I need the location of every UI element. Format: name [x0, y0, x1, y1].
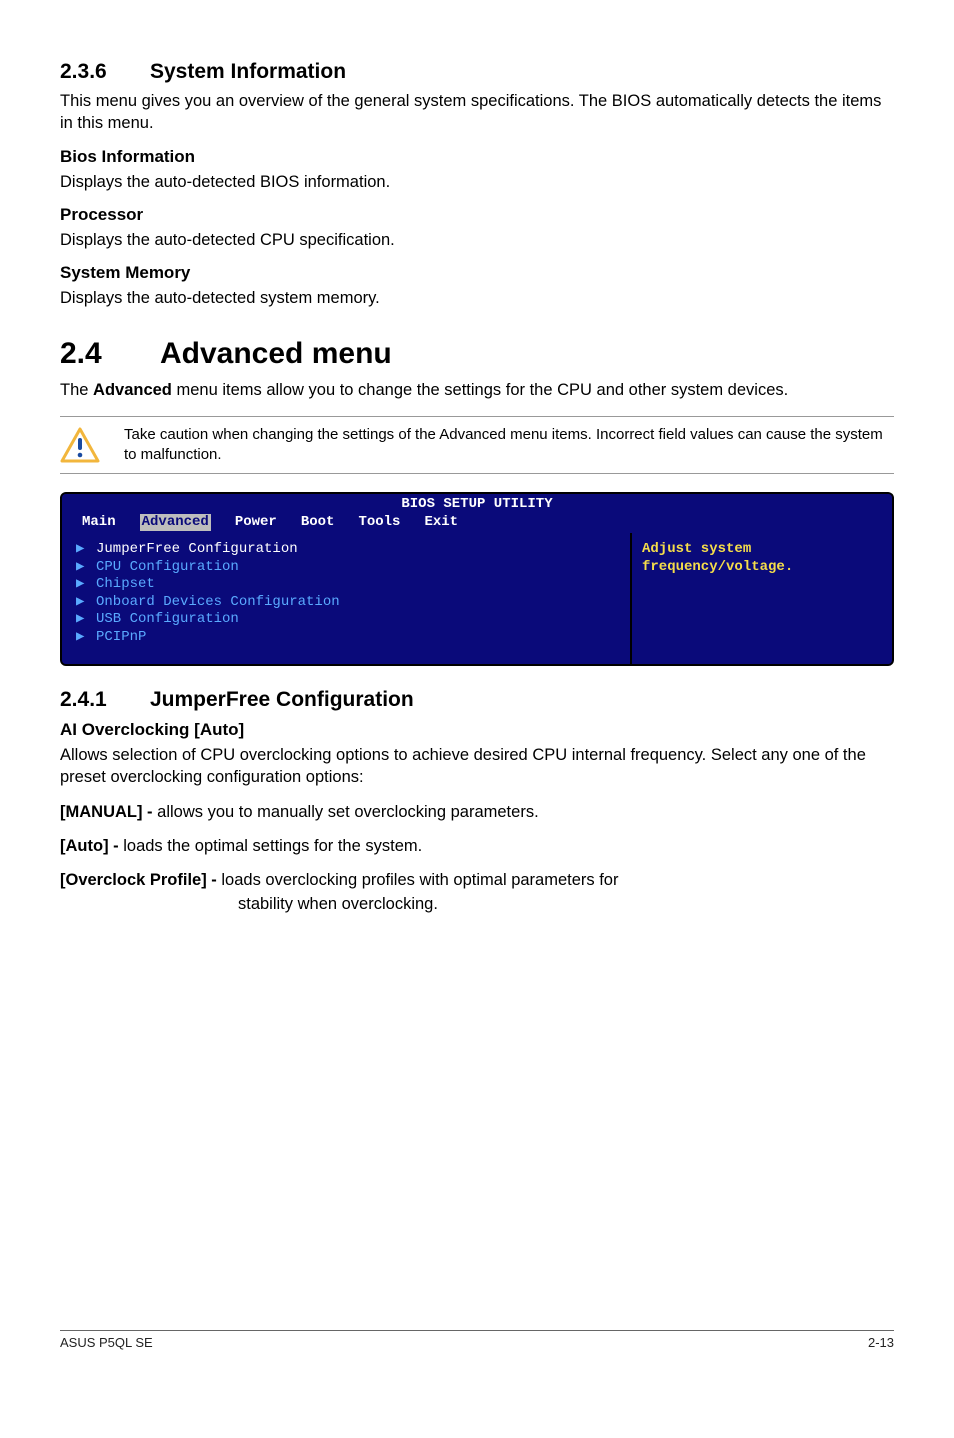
- opt-manual: [MANUAL] - allows you to manually set ov…: [60, 801, 894, 823]
- heading-ai-overclocking: AI Overclocking [Auto]: [60, 720, 894, 740]
- heading-241: 2.4.1JumperFree Configuration: [60, 688, 894, 712]
- heading-processor: Processor: [60, 205, 894, 225]
- footer-model: ASUS P5QL SE: [60, 1335, 153, 1350]
- opt-auto-label: [Auto] -: [60, 837, 123, 855]
- bios-tab-boot: Boot: [301, 514, 335, 532]
- heading-236-num: 2.3.6: [60, 60, 150, 84]
- page-footer: ASUS P5QL SE 2-13: [60, 1330, 894, 1350]
- triangle-right-icon: ▶: [76, 629, 88, 647]
- bios-item-usb: USB Configuration: [96, 611, 239, 629]
- heading-bios-information: Bios Information: [60, 147, 894, 167]
- text-system-memory: Displays the auto-detected system memory…: [60, 287, 894, 309]
- opt-auto-text: loads the optimal settings for the syste…: [123, 837, 422, 855]
- bios-item-chipset: Chipset: [96, 576, 155, 594]
- bios-tab-bar: Main Advanced Power Boot Tools Exit: [62, 514, 892, 534]
- heading-241-num: 2.4.1: [60, 688, 150, 712]
- heading-24-num: 2.4: [60, 337, 160, 371]
- bios-tab-advanced: Advanced: [140, 514, 211, 532]
- text-24-intro: The Advanced menu items allow you to cha…: [60, 379, 894, 401]
- note-caution: Take caution when changing the settings …: [60, 416, 894, 475]
- opt-oc-label: [Overclock Profile] -: [60, 871, 221, 889]
- triangle-right-icon: ▶: [76, 576, 88, 594]
- bios-help-line2: frequency/voltage.: [642, 559, 882, 577]
- triangle-right-icon: ▶: [76, 611, 88, 629]
- bios-item-jumperfree: JumperFree Configuration: [96, 541, 298, 559]
- bios-title: BIOS SETUP UTILITY: [62, 494, 892, 514]
- opt-oc-text1: loads overclocking profiles with optimal…: [221, 871, 618, 889]
- triangle-right-icon: ▶: [76, 559, 88, 577]
- triangle-right-icon: ▶: [76, 594, 88, 612]
- footer-page-number: 2-13: [868, 1335, 894, 1350]
- heading-system-memory: System Memory: [60, 263, 894, 283]
- bios-tab-tools: Tools: [358, 514, 400, 532]
- heading-24: 2.4Advanced menu: [60, 337, 894, 371]
- heading-241-title: JumperFree Configuration: [150, 688, 414, 711]
- text-bios-information: Displays the auto-detected BIOS informat…: [60, 171, 894, 193]
- note-caution-text: Take caution when changing the settings …: [124, 425, 894, 466]
- bios-tab-exit: Exit: [424, 514, 458, 532]
- text-24-intro-post: menu items allow you to change the setti…: [172, 381, 788, 399]
- heading-236-title: System Information: [150, 60, 346, 83]
- warning-icon: [60, 427, 100, 463]
- bios-tab-power: Power: [235, 514, 277, 532]
- triangle-right-icon: ▶: [76, 541, 88, 559]
- heading-236: 2.3.6System Information: [60, 60, 894, 84]
- text-236-intro: This menu gives you an overview of the g…: [60, 90, 894, 135]
- bios-item-pcipnp: PCIPnP: [96, 629, 146, 647]
- text-processor: Displays the auto-detected CPU specifica…: [60, 229, 894, 251]
- bios-item-cpu: CPU Configuration: [96, 559, 239, 577]
- opt-manual-label: [MANUAL] -: [60, 803, 157, 821]
- bios-help-line1: Adjust system: [642, 541, 882, 559]
- opt-oc-text2: stability when overclocking.: [238, 893, 894, 915]
- bios-help-panel: Adjust system frequency/voltage.: [632, 533, 892, 664]
- opt-overclock-profile: [Overclock Profile] - loads overclocking…: [60, 869, 894, 891]
- bios-tab-main: Main: [82, 514, 116, 532]
- heading-24-title: Advanced menu: [160, 337, 392, 370]
- opt-manual-text: allows you to manually set overclocking …: [157, 803, 539, 821]
- bios-item-onboard: Onboard Devices Configuration: [96, 594, 340, 612]
- text-ai-overclocking: Allows selection of CPU overclocking opt…: [60, 744, 894, 789]
- opt-auto: [Auto] - loads the optimal settings for …: [60, 835, 894, 857]
- bios-menu-panel: ▶ JumperFree Configuration ▶ CPU Configura…: [62, 533, 632, 664]
- text-24-intro-bold: Advanced: [93, 381, 172, 399]
- bios-screenshot: BIOS SETUP UTILITY Main Advanced Power B…: [60, 492, 894, 666]
- text-24-intro-pre: The: [60, 381, 93, 399]
